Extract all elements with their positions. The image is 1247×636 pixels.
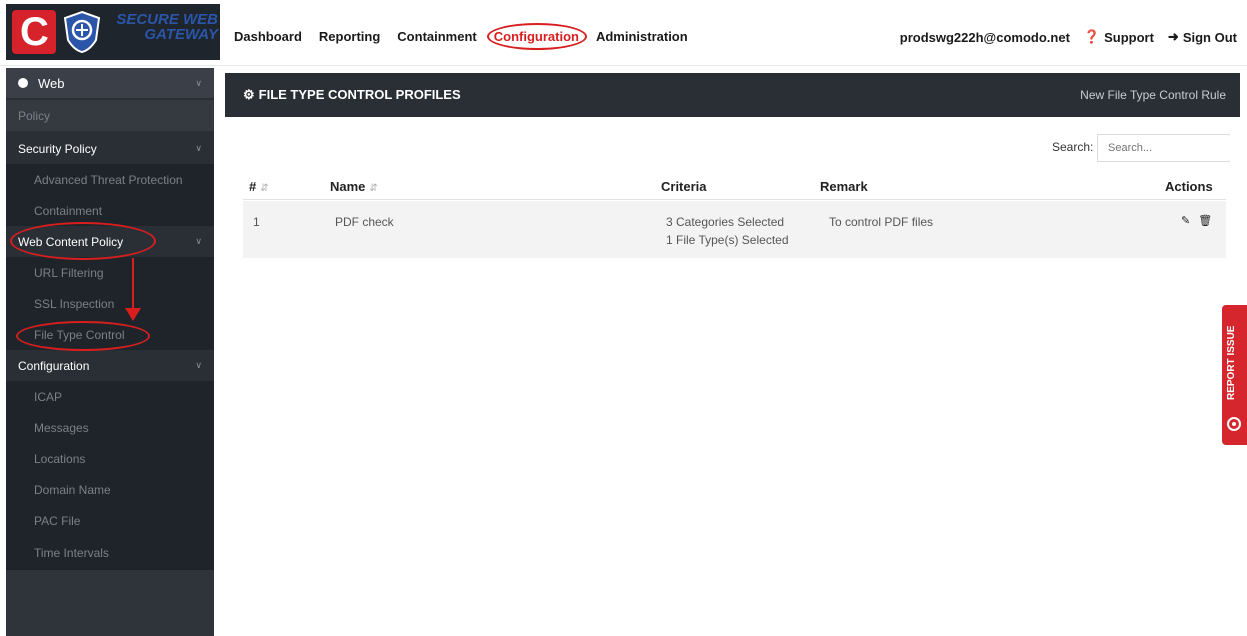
sidebar-item-icap[interactable]: ICAP: [6, 381, 214, 412]
sidebar-item-policy[interactable]: Policy: [6, 100, 214, 131]
annotation-arrow-head: [125, 308, 141, 321]
question-circle-icon: ❓: [1083, 29, 1101, 44]
sign-out-icon: ➜: [1167, 29, 1179, 44]
section-label: Security Policy: [18, 141, 97, 156]
table-header-divider: [243, 199, 1226, 200]
row-actions: ✎ 🗑: [1181, 214, 1212, 227]
delete-trash-icon[interactable]: 🗑: [1198, 214, 1212, 227]
sidebar-item-containment[interactable]: Containment: [6, 195, 214, 226]
sidebar-web-label: Web: [38, 75, 65, 91]
top-bar: C SECURE WEB GATEWAY Dashboard Reporting…: [0, 0, 1247, 66]
nav-administration[interactable]: Administration: [596, 29, 688, 44]
report-issue-icon: [1227, 417, 1241, 431]
row-number: 1: [253, 215, 260, 229]
sort-icon: ⇵: [260, 183, 269, 194]
app-logo[interactable]: C SECURE WEB GATEWAY: [6, 4, 220, 60]
sidebar-footer: [6, 570, 214, 636]
search-label: Search:: [1052, 140, 1094, 154]
nav-configuration[interactable]: Configuration: [486, 23, 588, 50]
nav-dashboard[interactable]: Dashboard: [234, 29, 302, 44]
column-header-number[interactable]: # ⇵: [249, 179, 269, 194]
sidebar-item-ssl-inspection[interactable]: SSL Inspection: [6, 288, 214, 319]
new-file-type-control-rule-link[interactable]: New File Type Control Rule: [1080, 88, 1226, 102]
sidebar-item-domain-name[interactable]: Domain Name: [6, 474, 214, 505]
signout-link[interactable]: ➜ Sign Out: [1168, 29, 1237, 45]
sidebar-web-header[interactable]: Web ∨: [6, 68, 214, 98]
sort-icon: ⇵: [369, 183, 378, 194]
chevron-down-icon: ∨: [195, 143, 202, 153]
shield-logo-icon: [63, 10, 101, 54]
report-issue-label: REPORT ISSUE: [1226, 325, 1237, 401]
chevron-down-icon: ∨: [195, 360, 202, 370]
main-nav: Dashboard Reporting Containment Configur…: [234, 23, 705, 50]
table-row: [243, 201, 1226, 258]
column-header-actions: Actions: [1165, 179, 1213, 194]
comodo-logo-mark: C: [12, 10, 56, 54]
support-label: Support: [1104, 29, 1154, 45]
chevron-down-icon: ∨: [195, 77, 202, 88]
sidebar: Web ∨ Policy Security Policy ∨ Advanced …: [6, 68, 214, 636]
chevron-down-icon: ∨: [195, 236, 202, 246]
row-name: PDF check: [335, 215, 394, 229]
annotation-arrow-line: [132, 258, 134, 310]
support-link[interactable]: ❓ Support: [1084, 29, 1154, 45]
sidebar-section-web-content-policy[interactable]: Web Content Policy ∨: [6, 226, 214, 257]
sidebar-section-configuration[interactable]: Configuration ∨: [6, 350, 214, 381]
nav-reporting[interactable]: Reporting: [319, 29, 380, 44]
sidebar-item-url-filtering[interactable]: URL Filtering: [6, 257, 214, 288]
signout-label: Sign Out: [1182, 29, 1237, 45]
row-criteria-categories: 3 Categories Selected: [666, 215, 785, 229]
edit-pencil-icon[interactable]: ✎: [1181, 214, 1190, 227]
sidebar-item-time-intervals[interactable]: Time Intervals: [6, 536, 214, 570]
nav-containment[interactable]: Containment: [397, 29, 476, 44]
section-label: Web Content Policy: [18, 234, 124, 249]
row-criteria-file-types: 1 File Type(s) Selected: [666, 233, 789, 247]
sidebar-item-advanced-threat-protection[interactable]: Advanced Threat Protection: [6, 164, 214, 195]
logo-text: SECURE WEB GATEWAY: [116, 11, 218, 43]
sidebar-item-locations[interactable]: Locations: [6, 443, 214, 474]
globe-icon: [18, 78, 28, 88]
sidebar-item-file-type-control[interactable]: File Type Control: [6, 319, 214, 350]
report-issue-tab[interactable]: REPORT ISSUE: [1222, 305, 1247, 445]
row-remark: To control PDF files: [829, 215, 934, 229]
panel-title: ⚙ FILE TYPE CONTROL PROFILES: [243, 87, 461, 103]
section-label: Configuration: [18, 358, 90, 373]
sidebar-item-messages[interactable]: Messages: [6, 412, 214, 443]
column-header-name[interactable]: Name ⇵: [330, 179, 378, 194]
search-input[interactable]: [1097, 134, 1230, 162]
column-label: Name: [330, 179, 366, 194]
column-header-remark: Remark: [820, 179, 868, 194]
panel-header: ⚙ FILE TYPE CONTROL PROFILES New File Typ…: [225, 73, 1240, 117]
sidebar-section-security-policy[interactable]: Security Policy ∨: [6, 133, 214, 164]
column-header-criteria: Criteria: [661, 179, 707, 194]
column-label: #: [249, 179, 257, 194]
panel-title-text: FILE TYPE CONTROL PROFILES: [258, 87, 461, 102]
sidebar-item-pac-file[interactable]: PAC File: [6, 505, 214, 536]
user-email[interactable]: prodswg222h@comodo.net: [900, 30, 1070, 45]
user-area: prodswg222h@comodo.net ❓ Support ➜ Sign …: [886, 29, 1237, 45]
gear-icon: ⚙: [243, 87, 255, 102]
